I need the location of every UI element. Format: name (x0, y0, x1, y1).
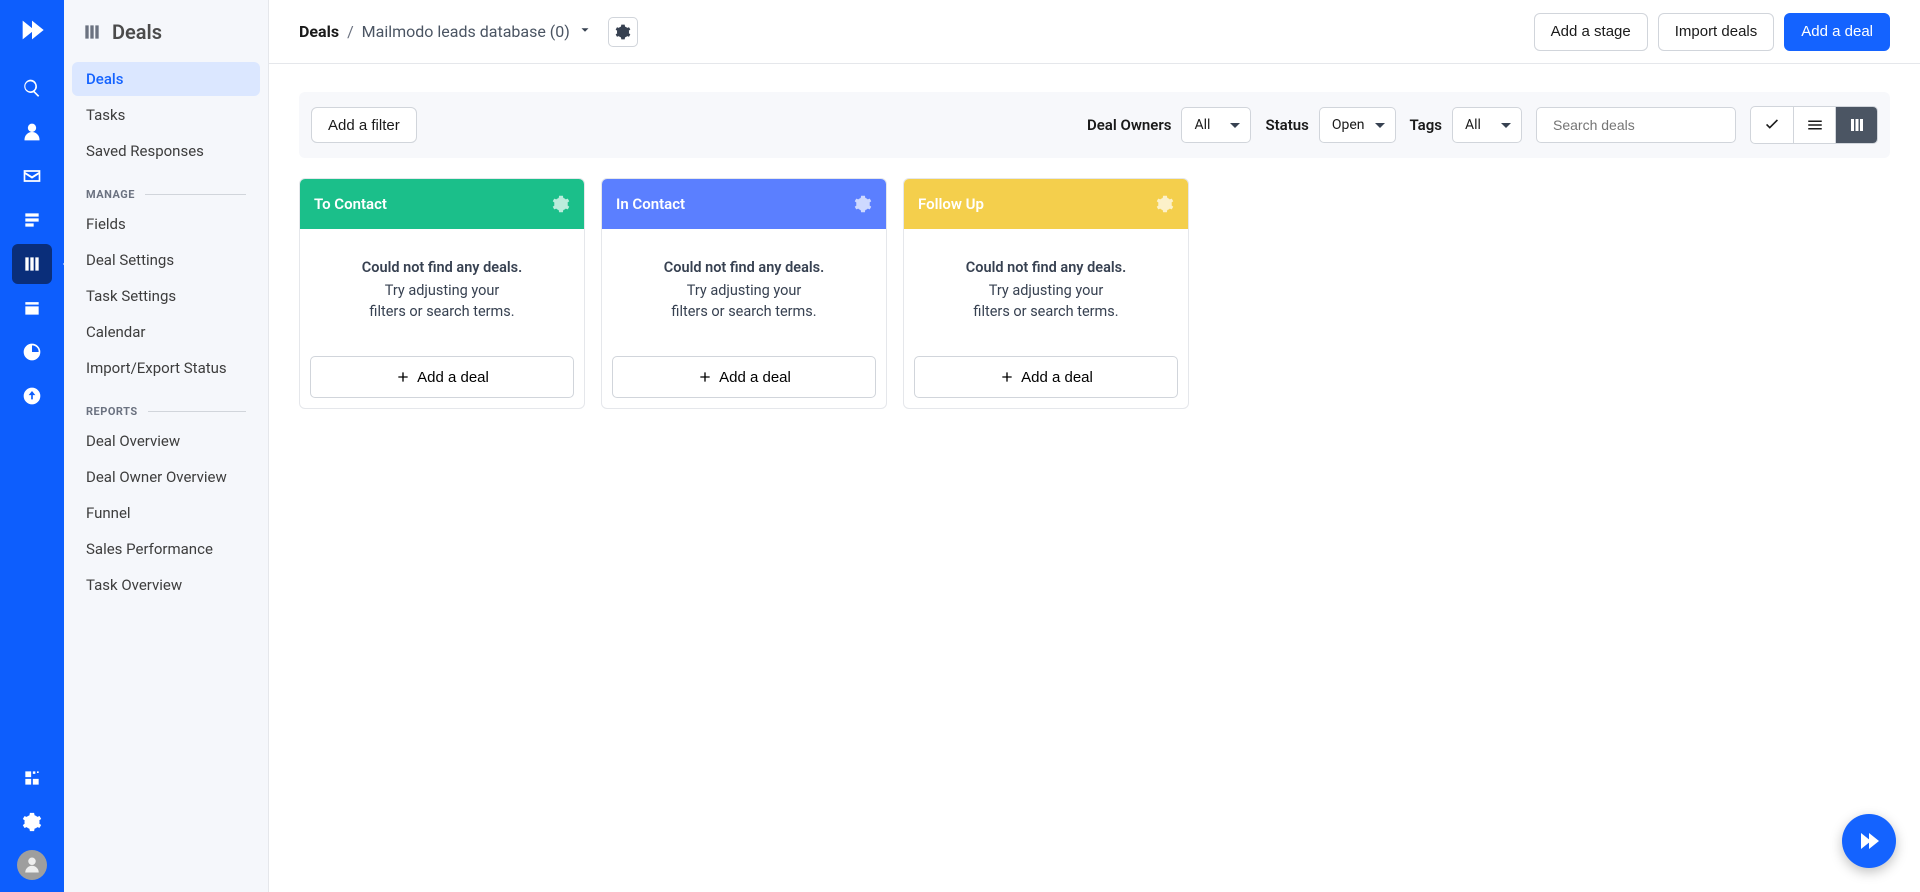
breadcrumb-caret-icon[interactable] (578, 22, 592, 41)
sidebar-item-owner-overview[interactable]: Deal Owner Overview (72, 460, 260, 494)
deal-owners-select[interactable]: All (1181, 107, 1251, 143)
tags-select[interactable]: All (1452, 107, 1522, 143)
section-manage: MANAGE (72, 170, 260, 207)
reports-icon[interactable] (12, 332, 52, 372)
breadcrumb-root[interactable]: Deals (299, 22, 339, 41)
icon-rail (0, 0, 64, 892)
sidebar-item-saved-responses[interactable]: Saved Responses (72, 134, 260, 168)
sidebar-title-text: Deals (112, 20, 162, 44)
plus-icon (395, 369, 411, 385)
board: To Contact Could not find any deals. Try… (299, 178, 1890, 409)
caret-down-icon (1375, 123, 1385, 133)
status-label: Status (1265, 116, 1308, 134)
breadcrumb: Deals / Mailmodo leads database (0) (299, 22, 592, 41)
settings-icon[interactable] (12, 802, 52, 842)
sidebar-item-task-overview[interactable]: Task Overview (72, 568, 260, 602)
view-check-icon[interactable] (1751, 107, 1793, 143)
caret-down-icon (1230, 123, 1240, 133)
column-header: Follow Up (904, 179, 1188, 229)
deal-owners-label: Deal Owners (1087, 116, 1172, 134)
column-header: In Contact (602, 179, 886, 229)
import-deals-button[interactable]: Import deals (1658, 13, 1775, 51)
sidebar-item-sales-performance[interactable]: Sales Performance (72, 532, 260, 566)
column-title: Follow Up (918, 195, 984, 213)
plus-icon (697, 369, 713, 385)
board-column: To Contact Could not find any deals. Try… (299, 178, 585, 409)
sidebar: Deals Deals Tasks Saved Responses MANAGE… (64, 0, 269, 892)
search-icon[interactable] (12, 68, 52, 108)
sidebar-item-calendar[interactable]: Calendar (72, 315, 260, 349)
mail-icon[interactable] (12, 156, 52, 196)
board-column: In Contact Could not find any deals. Try… (601, 178, 887, 409)
column-empty-state: Could not find any deals. Try adjusting … (602, 229, 886, 346)
breadcrumb-leaf[interactable]: Mailmodo leads database (0) (362, 22, 570, 41)
search-deals-input-wrap[interactable] (1536, 107, 1736, 143)
add-deal-button[interactable]: Add a deal (1784, 13, 1890, 51)
column-empty-state: Could not find any deals. Try adjusting … (904, 229, 1188, 346)
board-icon (82, 22, 102, 42)
search-deals-input[interactable] (1553, 117, 1734, 133)
sidebar-item-import-export[interactable]: Import/Export Status (72, 351, 260, 385)
view-toggle (1750, 106, 1878, 144)
content: Add a filter Deal Owners All Status Open (269, 64, 1920, 892)
upload-icon[interactable] (12, 376, 52, 416)
sidebar-item-deals[interactable]: Deals (72, 62, 260, 96)
status-select[interactable]: Open (1319, 107, 1396, 143)
calendar-icon[interactable] (12, 288, 52, 328)
column-gear-icon[interactable] (854, 195, 872, 213)
column-gear-icon[interactable] (552, 195, 570, 213)
section-reports: REPORTS (72, 387, 260, 424)
tags-label: Tags (1410, 116, 1443, 134)
breadcrumb-separator: / (347, 22, 354, 41)
sidebar-item-deal-settings[interactable]: Deal Settings (72, 243, 260, 277)
filterbar: Add a filter Deal Owners All Status Open (299, 92, 1890, 158)
automation-icon[interactable] (12, 200, 52, 240)
sidebar-item-fields[interactable]: Fields (72, 207, 260, 241)
pipeline-settings-button[interactable] (608, 17, 638, 47)
deals-icon[interactable] (12, 244, 52, 284)
app-logo[interactable] (12, 10, 52, 50)
add-filter-button[interactable]: Add a filter (311, 107, 417, 143)
view-board-icon[interactable] (1835, 107, 1877, 143)
sidebar-item-task-settings[interactable]: Task Settings (72, 279, 260, 313)
sidebar-title: Deals (64, 10, 268, 62)
view-list-icon[interactable] (1793, 107, 1835, 143)
apps-icon[interactable] (12, 758, 52, 798)
column-add-deal-button[interactable]: Add a deal (612, 356, 876, 398)
column-title: In Contact (616, 195, 685, 213)
add-stage-button[interactable]: Add a stage (1534, 13, 1648, 51)
sidebar-item-funnel[interactable]: Funnel (72, 496, 260, 530)
plus-icon (999, 369, 1015, 385)
topbar: Deals / Mailmodo leads database (0) Add … (269, 0, 1920, 64)
column-title: To Contact (314, 195, 387, 213)
main: Deals / Mailmodo leads database (0) Add … (269, 0, 1920, 892)
column-add-deal-button[interactable]: Add a deal (914, 356, 1178, 398)
column-gear-icon[interactable] (1156, 195, 1174, 213)
board-column: Follow Up Could not find any deals. Try … (903, 178, 1189, 409)
caret-down-icon (1501, 123, 1511, 133)
contacts-icon[interactable] (12, 112, 52, 152)
help-fab[interactable] (1842, 814, 1896, 868)
column-header: To Contact (300, 179, 584, 229)
sidebar-item-deal-overview[interactable]: Deal Overview (72, 424, 260, 458)
sidebar-item-tasks[interactable]: Tasks (72, 98, 260, 132)
user-avatar[interactable] (17, 850, 47, 880)
column-empty-state: Could not find any deals. Try adjusting … (300, 229, 584, 346)
column-add-deal-button[interactable]: Add a deal (310, 356, 574, 398)
